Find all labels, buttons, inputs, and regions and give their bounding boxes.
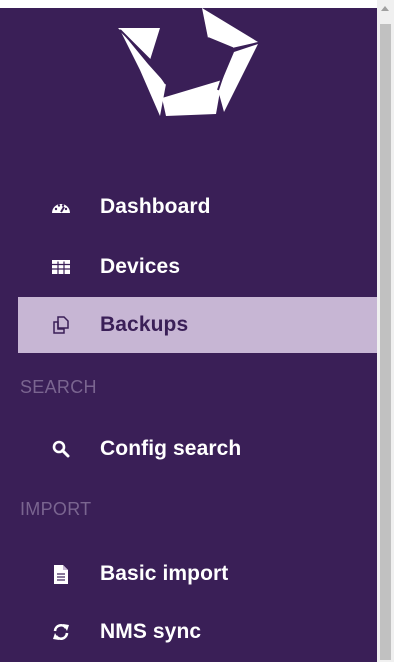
sidebar: Dashboard Devices Backups SEARCH Config … [0, 8, 377, 662]
dashboard-gauge-icon [49, 197, 73, 217]
sidebar-item-nms-sync[interactable]: NMS sync [18, 604, 377, 660]
sidebar-item-devices[interactable]: Devices [18, 239, 377, 295]
sidebar-item-label: NMS sync [100, 620, 202, 643]
file-icon [49, 564, 73, 584]
sidebar-item-basic-import[interactable]: Basic import [18, 546, 377, 602]
section-title-import: IMPORT [20, 499, 92, 519]
sidebar-item-label: Config search [100, 437, 242, 460]
table-grid-icon [49, 257, 73, 277]
sidebar-item-config-search[interactable]: Config search [18, 421, 377, 477]
app-frame: Dashboard Devices Backups SEARCH Config … [0, 0, 394, 662]
copy-icon [49, 315, 73, 335]
sidebar-item-label: Devices [100, 255, 181, 278]
sidebar-item-label: Dashboard [100, 195, 211, 218]
section-title-search: SEARCH [20, 377, 97, 397]
brand-logo[interactable] [118, 8, 260, 120]
sidebar-item-label: Basic import [100, 562, 229, 585]
sidebar-item-backups[interactable]: Backups [18, 297, 377, 353]
vertical-scrollbar[interactable] [377, 0, 394, 662]
scrollbar-thumb[interactable] [380, 24, 391, 660]
scroll-up-arrow-icon[interactable] [381, 6, 389, 11]
sidebar-item-dashboard[interactable]: Dashboard [18, 179, 377, 235]
sync-icon [49, 622, 73, 642]
sidebar-item-label: Backups [100, 313, 189, 336]
search-icon [49, 439, 73, 459]
